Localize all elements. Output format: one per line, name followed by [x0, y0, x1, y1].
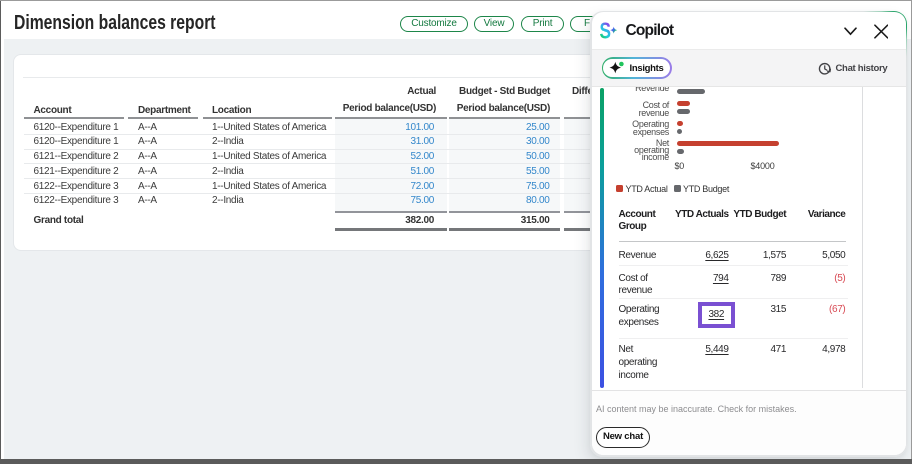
svg-text:S: S	[599, 21, 611, 44]
